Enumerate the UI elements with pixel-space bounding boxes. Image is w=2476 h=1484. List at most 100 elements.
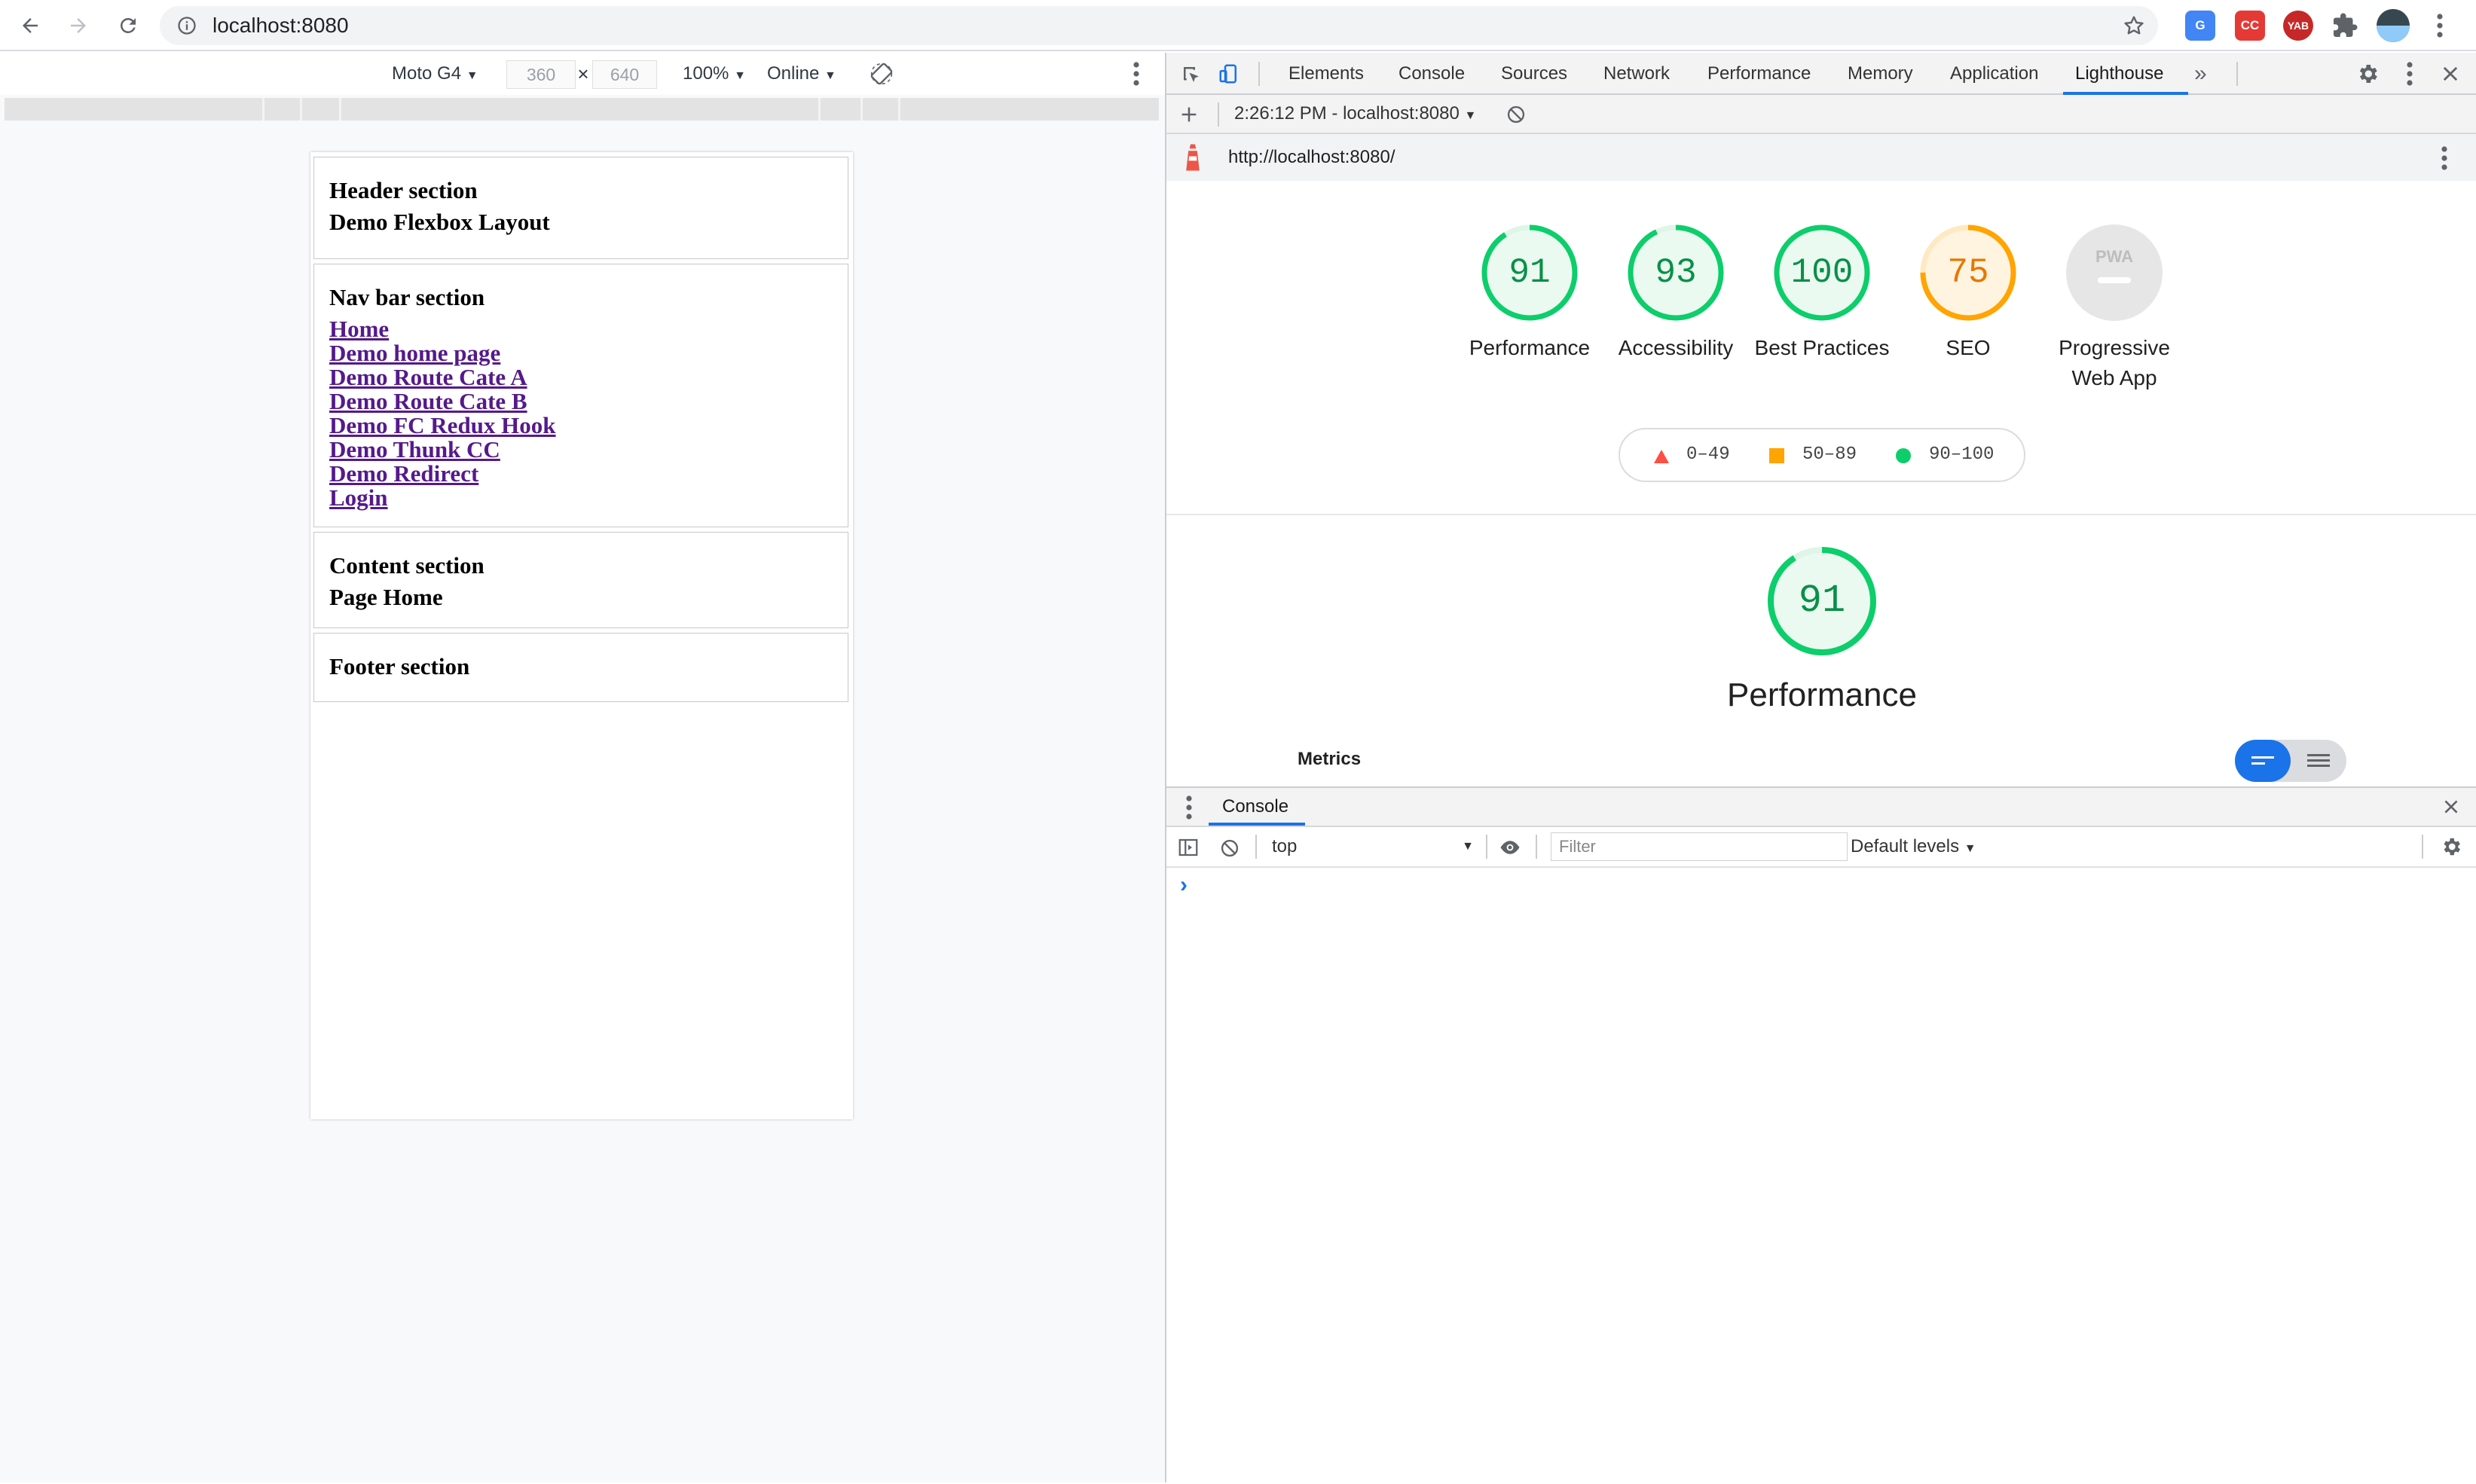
device-toolbar: Moto G4 ▼ 360 × 640 100% ▼ Online ▼ [0,53,1165,95]
score-label: Accessibility [1618,336,1734,359]
chrome-menu-icon[interactable] [2435,14,2444,38]
network-select[interactable]: Online ▼ [767,53,836,97]
cc-icon[interactable]: CC [2235,11,2265,41]
close-drawer-icon[interactable] [2441,797,2461,817]
tab-elements[interactable]: Elements [1288,53,1364,95]
nav-link-redirect[interactable]: Demo Redirect [329,462,478,486]
devtools-menu-icon[interactable] [2405,62,2414,86]
close-devtools-icon[interactable] [2440,63,2461,84]
console-prompt[interactable]: › [1180,872,1188,898]
log-levels-select[interactable]: Default levels ▼ [1851,827,1976,869]
report-url-bar: http://localhost:8080/ [1166,134,2476,181]
tab-network[interactable]: Network [1603,53,1670,95]
emulated-viewport: Header section Demo Flexbox Layout Nav b… [310,152,853,1119]
zoom-select[interactable]: 100% ▼ [683,53,746,97]
nav-link-thunk-cc[interactable]: Demo Thunk CC [329,438,500,462]
report-menu-icon[interactable] [2440,146,2449,170]
pass-circle-icon [1896,448,1911,463]
toggle-compact-button[interactable] [2235,740,2291,782]
live-expression-eye-icon[interactable] [1498,836,1522,859]
metrics-view-toggle[interactable] [2235,740,2346,782]
tab-lighthouse[interactable]: Lighthouse [2075,53,2163,95]
nav-link-route-cate-b[interactable]: Demo Route Cate B [329,389,527,414]
media-query-ruler[interactable] [5,98,1159,121]
report-url[interactable]: http://localhost:8080/ [1228,134,1395,181]
nav-link-fc-redux-hook[interactable]: Demo FC Redux Hook [329,414,556,438]
info-icon[interactable] [176,15,197,36]
average-square-icon [1769,448,1784,463]
avatar[interactable] [2377,9,2410,42]
back-button[interactable] [11,6,50,45]
more-tabs-button[interactable]: » [2194,53,2207,95]
context-select[interactable]: top ▼ [1272,827,1483,866]
pwa-badge[interactable]: PWA [2066,224,2163,321]
header-section: Header section Demo Flexbox Layout [313,157,848,259]
forward-button[interactable] [59,6,98,45]
score-label: SEO [1946,336,1991,359]
nav-title: Nav bar section [329,284,485,310]
footer-title: Footer section [329,653,470,679]
nav-link-route-cate-a[interactable]: Demo Route Cate A [329,365,527,389]
divider [1166,514,2476,515]
score-legend: 0–49 50–89 90–100 [1619,428,2025,482]
nav-section: Nav bar section Home Demo home page Demo… [313,264,848,527]
pwa-dash-icon [2098,277,2131,283]
width-input[interactable]: 360 [506,60,576,89]
nav-link-demo-home-page[interactable]: Demo home page [329,341,500,365]
inspect-element-icon[interactable] [1180,63,1203,86]
forward-arrow-icon [71,18,86,33]
translate-icon[interactable]: G [2185,11,2215,41]
device-toggle-icon[interactable] [1218,62,1240,86]
sidebar-toggle-icon[interactable] [1177,836,1200,859]
tab-console[interactable]: Console [1398,53,1465,95]
device-toolbar-menu-icon[interactable] [1132,62,1141,86]
score-value: 91 [1509,253,1551,292]
new-report-icon[interactable] [1178,104,1200,125]
tab-performance[interactable]: Performance [1707,53,1811,95]
rotate-icon[interactable] [870,62,894,86]
address-bar[interactable]: localhost:8080 [160,6,2158,45]
drawer-tab-underline [1209,823,1305,826]
nav-link-home[interactable]: Home [329,317,389,341]
console-toolbar: top ▼ Default levels ▼ [1166,827,2476,868]
clear-console-icon[interactable] [1219,838,1240,859]
lighthouse-logo-icon [1186,144,1200,171]
console-drawer: Console top ▼ Default levels ▼ › [1166,786,2476,1484]
height-input[interactable]: 640 [592,60,657,89]
devtools-panel: » Elements Console Sources Network Performan… [1165,53,2476,1484]
log-levels-value: Default levels [1851,836,1960,857]
report-select-label: 2:26:12 PM - localhost:8080 [1234,103,1460,124]
score-label: Best Practices [1754,336,1890,359]
drawer-tabbar: Console [1166,788,2476,827]
extensions-puzzle-icon[interactable] [2331,12,2358,39]
nav-link-login[interactable]: Login [329,486,388,510]
browser-toolbar: localhost:8080 G CC YAB [0,0,2476,51]
context-value: top [1272,836,1298,857]
report-select[interactable]: 2:26:12 PM - localhost:8080 ▼ [1234,95,1476,135]
url-text[interactable]: localhost:8080 [212,6,349,45]
devtools-tabbar: » Elements Console Sources Network Performan… [1166,53,2476,95]
settings-gear-icon[interactable] [2355,62,2380,86]
zoom-value: 100% [683,63,729,84]
tab-sources[interactable]: Sources [1501,53,1567,95]
content-section: Content section Page Home [313,532,848,628]
metrics-label: Metrics [1298,749,1362,769]
tab-memory[interactable]: Memory [1848,53,1913,95]
performance-big-score: 91 [1798,579,1846,623]
score-value: 100 [1790,253,1854,292]
yab-icon[interactable]: YAB [2283,11,2313,41]
header-subtitle: Demo Flexbox Layout [329,209,550,235]
legend-average: 50–89 [1802,444,1857,465]
device-select[interactable]: Moto G4 ▼ [392,53,478,97]
console-settings-gear-icon[interactable] [2440,835,2462,858]
console-filter-input[interactable] [1551,832,1848,861]
clear-reports-icon[interactable] [1505,104,1527,125]
lines-full-icon[interactable] [2306,752,2331,770]
star-icon[interactable] [2122,14,2146,38]
device-name: Moto G4 [392,63,462,84]
tab-application[interactable]: Application [1950,53,2038,95]
reload-button[interactable] [109,6,148,45]
drawer-console-tab[interactable]: Console [1209,788,1302,826]
performance-section-title: Performance [1727,676,1917,713]
drawer-menu-icon[interactable] [1185,795,1194,820]
